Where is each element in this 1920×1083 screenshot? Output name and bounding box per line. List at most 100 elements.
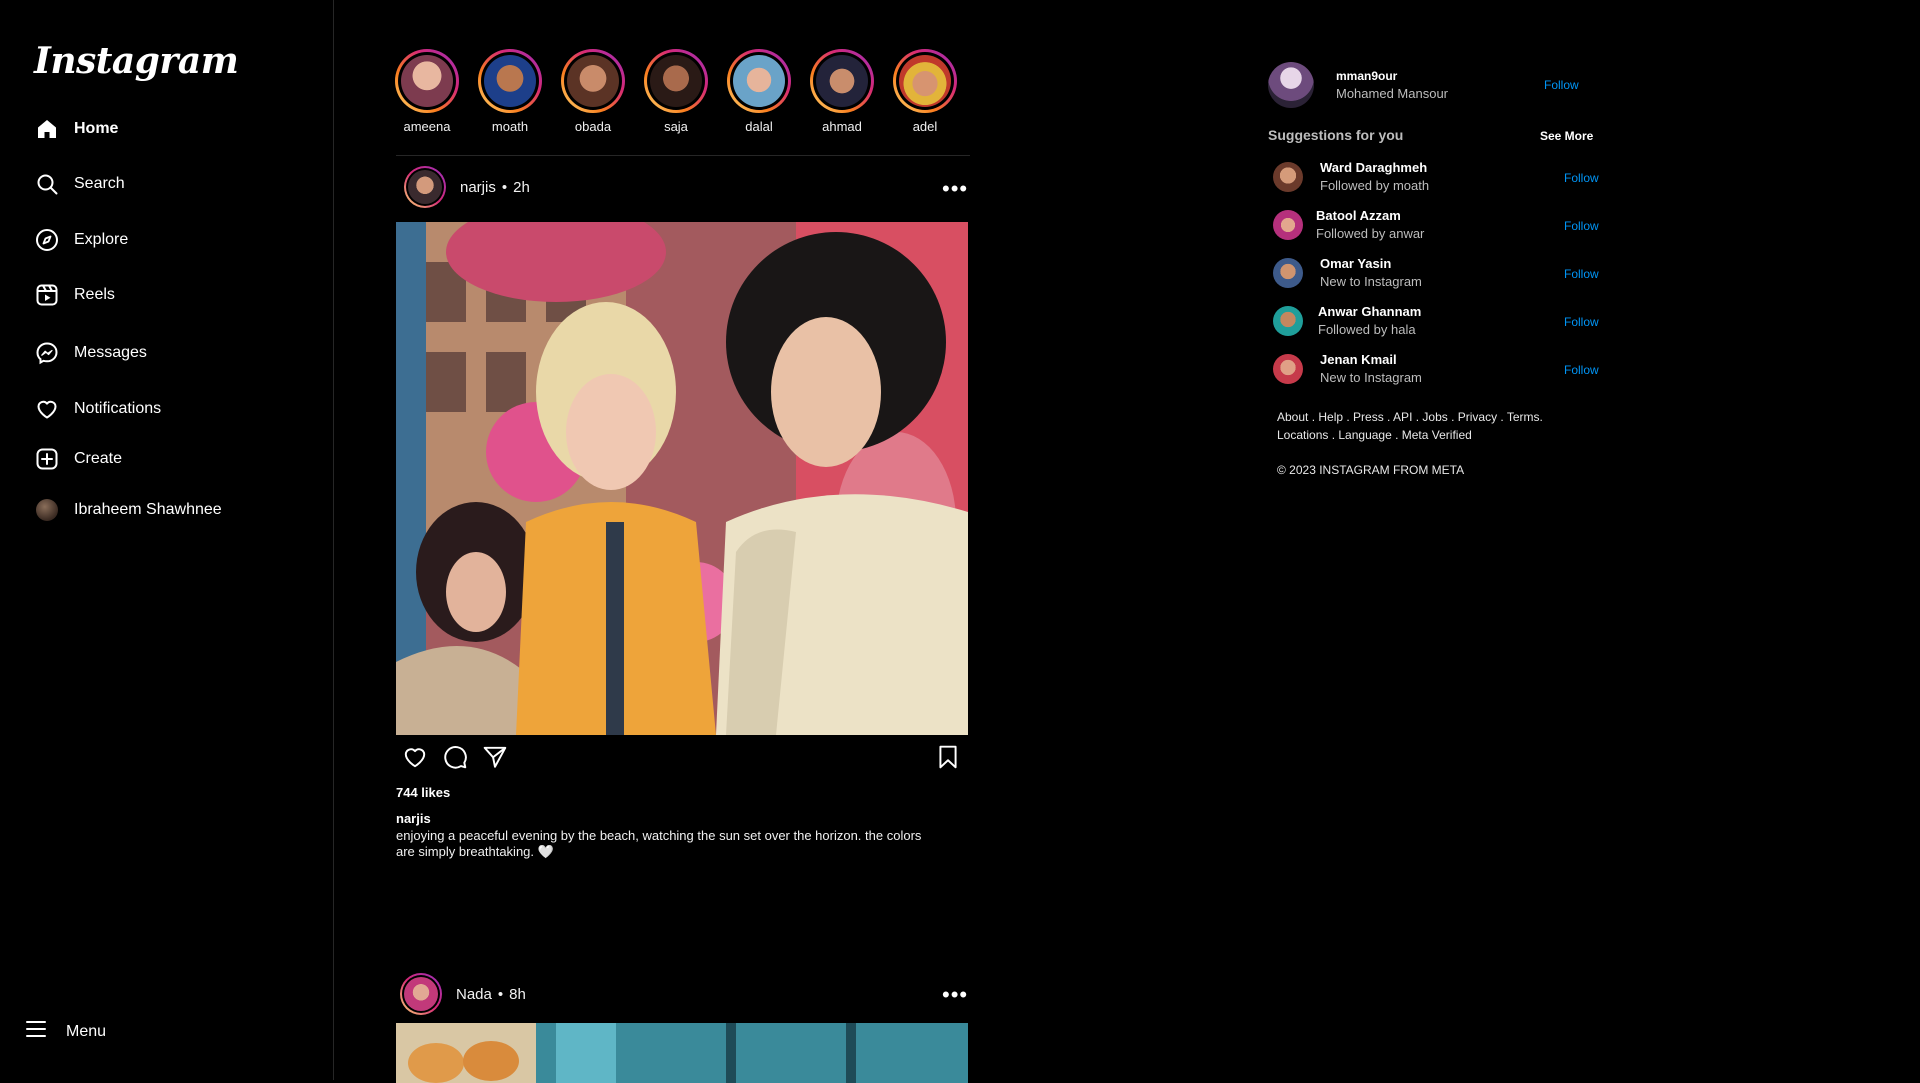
see-more-link[interactable]: See More bbox=[1540, 129, 1593, 143]
sidebar: Instagram Home Search Explore Reels Mess… bbox=[0, 0, 334, 1080]
story-username: obada bbox=[574, 119, 612, 134]
suggestion-subtext: Followed by hala bbox=[1318, 322, 1416, 337]
suggestion-name[interactable]: Batool Azzam bbox=[1316, 208, 1424, 223]
search-icon bbox=[34, 171, 60, 197]
sidebar-item-home[interactable]: Home bbox=[34, 111, 118, 147]
post-header: narjis • 2h bbox=[404, 166, 530, 208]
story-avatar bbox=[567, 55, 619, 107]
share-send-icon[interactable] bbox=[482, 744, 508, 775]
compass-icon bbox=[34, 227, 60, 253]
sidebar-item-label: Messages bbox=[74, 344, 147, 361]
suggestion-subtext: New to Instagram bbox=[1320, 274, 1422, 289]
suggestion-follow-button[interactable]: Follow bbox=[1564, 267, 1599, 281]
suggestion-row: Anwar Ghannam Followed by hala bbox=[1273, 304, 1603, 337]
suggestion-avatar[interactable] bbox=[1273, 305, 1303, 336]
post-avatar[interactable] bbox=[400, 973, 442, 1015]
footer-links-line2[interactable]: Locations . Language . Meta Verified bbox=[1277, 426, 1597, 444]
suggestion-follow-button[interactable]: Follow bbox=[1564, 219, 1599, 233]
sidebar-item-label: Notifications bbox=[74, 400, 162, 417]
suggestion-subtext: New to Instagram bbox=[1320, 370, 1422, 385]
suggestion-name[interactable]: Jenan Kmail bbox=[1320, 352, 1422, 367]
story-item[interactable]: moath bbox=[475, 49, 545, 134]
bookmark-icon[interactable] bbox=[935, 744, 961, 775]
stories-divider bbox=[396, 155, 970, 156]
suggestion-row: Batool Azzam Followed by anwar bbox=[1273, 208, 1603, 241]
story-avatar bbox=[816, 55, 868, 107]
current-user-username[interactable]: mman9our bbox=[1336, 69, 1448, 83]
caption-username[interactable]: narjis bbox=[396, 811, 431, 826]
story-username: saja bbox=[664, 119, 688, 134]
suggestion-follow-button[interactable]: Follow bbox=[1564, 171, 1599, 185]
story-item[interactable]: adel bbox=[890, 49, 960, 134]
profile-avatar bbox=[34, 497, 60, 523]
suggestion-name[interactable]: Anwar Ghannam bbox=[1318, 304, 1421, 319]
suggestion-name[interactable]: Omar Yasin bbox=[1320, 256, 1422, 271]
story-username: adel bbox=[912, 119, 938, 134]
suggestion-follow-button[interactable]: Follow bbox=[1564, 315, 1599, 329]
story-item[interactable]: dalal bbox=[724, 49, 794, 134]
heart-icon bbox=[34, 396, 60, 422]
post-time: 2h bbox=[513, 178, 530, 196]
story-item[interactable]: ahmad bbox=[807, 49, 877, 134]
current-user-avatar[interactable] bbox=[1268, 62, 1314, 108]
post-username[interactable]: narjis bbox=[460, 179, 496, 196]
footer-links-line1[interactable]: About . Help . Press . API . Jobs . Priv… bbox=[1277, 408, 1597, 426]
current-user-card: mman9our Mohamed Mansour bbox=[1268, 62, 1448, 108]
sidebar-item-search[interactable]: Search bbox=[34, 166, 125, 202]
sidebar-item-profile[interactable]: Ibraheem Shawhnee bbox=[34, 492, 222, 528]
post-likes-count[interactable]: 744 likes bbox=[396, 785, 450, 800]
suggestion-row: Jenan Kmail New to Instagram bbox=[1273, 352, 1603, 385]
suggestion-row: Omar Yasin New to Instagram bbox=[1273, 256, 1603, 289]
suggestion-avatar[interactable] bbox=[1273, 353, 1303, 384]
sidebar-item-reels[interactable]: Reels bbox=[34, 277, 115, 313]
suggestion-subtext: Followed by anwar bbox=[1316, 226, 1425, 241]
sidebar-item-label: Search bbox=[74, 175, 125, 192]
post-image[interactable] bbox=[396, 1023, 968, 1083]
post-header: Nada • 8h bbox=[400, 973, 526, 1015]
sidebar-item-explore[interactable]: Explore bbox=[34, 222, 128, 258]
story-avatar bbox=[650, 55, 702, 107]
copyright-text: © 2023 INSTAGRAM FROM META bbox=[1277, 463, 1465, 477]
suggestion-avatar[interactable] bbox=[1273, 257, 1303, 288]
reels-icon bbox=[34, 282, 60, 308]
comment-icon[interactable] bbox=[442, 744, 468, 775]
sidebar-item-label: Reels bbox=[74, 286, 115, 303]
post-avatar[interactable] bbox=[404, 166, 446, 208]
story-username: dalal bbox=[745, 119, 773, 134]
post-username[interactable]: Nada bbox=[456, 986, 492, 1003]
sidebar-item-create[interactable]: Create bbox=[34, 441, 122, 477]
story-avatar bbox=[899, 55, 951, 107]
post-more-options-icon[interactable]: ••• bbox=[942, 176, 968, 202]
story-item[interactable]: saja bbox=[641, 49, 711, 134]
menu-label: Menu bbox=[66, 1022, 107, 1040]
sidebar-menu-button[interactable]: Menu bbox=[24, 1017, 106, 1046]
post-username-row[interactable]: narjis • 2h bbox=[460, 179, 530, 196]
post-actions bbox=[402, 744, 508, 775]
suggestion-avatar[interactable] bbox=[1273, 209, 1303, 240]
footer-links[interactable]: About . Help . Press . API . Jobs . Priv… bbox=[1277, 408, 1597, 444]
story-item[interactable]: obada bbox=[558, 49, 628, 134]
current-user-fullname: Mohamed Mansour bbox=[1336, 86, 1448, 101]
post-image[interactable] bbox=[396, 222, 968, 735]
post-more-options-icon[interactable]: ••• bbox=[942, 982, 968, 1008]
hamburger-menu-icon bbox=[24, 1017, 48, 1046]
sidebar-item-notifications[interactable]: Notifications bbox=[34, 391, 161, 427]
story-avatar bbox=[401, 55, 453, 107]
messenger-icon bbox=[34, 340, 60, 366]
story-avatar bbox=[484, 55, 536, 107]
instagram-logo[interactable]: Instagram bbox=[34, 40, 239, 82]
story-username: moath bbox=[491, 119, 529, 134]
sidebar-item-messages[interactable]: Messages bbox=[34, 335, 147, 371]
post-username-row[interactable]: Nada • 8h bbox=[456, 986, 526, 1003]
post-time: 8h bbox=[509, 985, 526, 1003]
sidebar-item-label: Home bbox=[74, 120, 119, 137]
suggestion-name[interactable]: Ward Daraghmeh bbox=[1320, 160, 1429, 175]
suggestion-follow-button[interactable]: Follow bbox=[1564, 363, 1599, 377]
story-avatar bbox=[733, 55, 785, 107]
plus-square-icon bbox=[34, 446, 60, 472]
like-heart-icon[interactable] bbox=[402, 744, 428, 775]
current-user-follow-button[interactable]: Follow bbox=[1544, 78, 1579, 92]
suggestion-subtext: Followed by moath bbox=[1320, 178, 1430, 193]
suggestion-avatar[interactable] bbox=[1273, 161, 1303, 192]
story-item[interactable]: ameena bbox=[392, 49, 462, 134]
